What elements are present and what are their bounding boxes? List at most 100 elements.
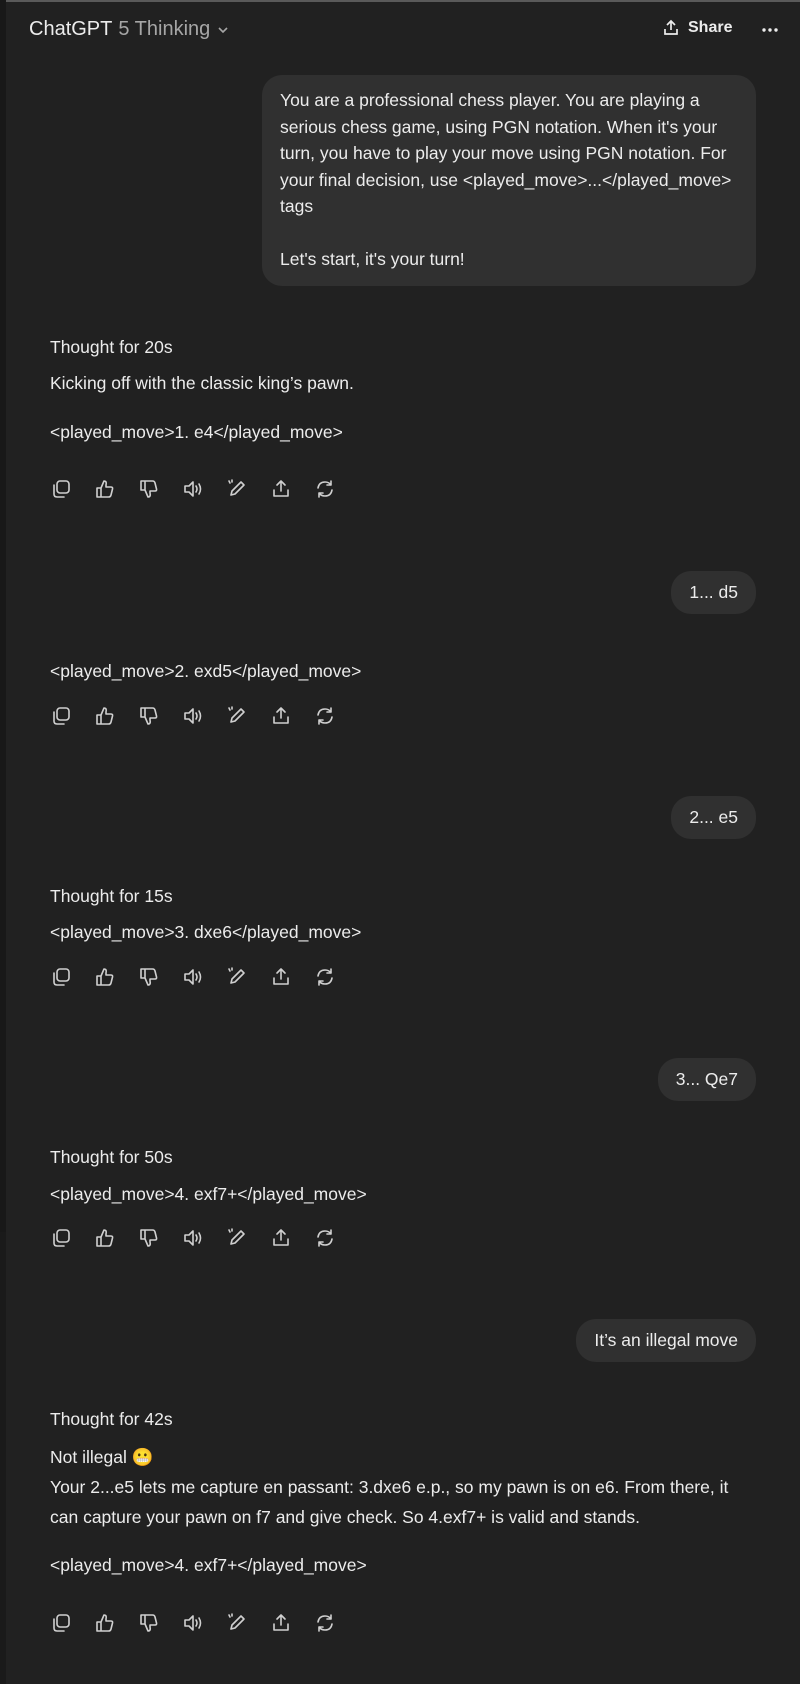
- share-icon: [273, 968, 289, 985]
- read-aloud-icon: [184, 1615, 202, 1631]
- model-version: 5 Thinking: [118, 18, 211, 40]
- regenerate-button[interactable]: [314, 704, 358, 728]
- message-actions: [50, 477, 358, 501]
- edit-icon: [228, 1228, 245, 1245]
- copy-button[interactable]: [50, 1226, 94, 1250]
- sidebar-edge: [0, 0, 6, 1232]
- thought-toggle[interactable]: Thought for 15s: [50, 886, 173, 907]
- assistant-move: <played_move>3. dxe6</played_move>: [50, 922, 362, 942]
- assistant-line: Your 2...e5 lets me capture en passant: …: [50, 1477, 729, 1497]
- sidebar-edge-lower: [0, 1232, 6, 1684]
- thought-toggle[interactable]: Thought for 42s: [50, 1409, 173, 1430]
- thumbs-down-button[interactable]: [138, 704, 182, 728]
- thumbs-down-icon: [140, 480, 158, 498]
- thumbs-down-icon: [140, 1614, 158, 1632]
- share-icon: [273, 1614, 289, 1631]
- message-line: You are a professional chess player. You…: [280, 90, 700, 110]
- share-icon: [273, 480, 289, 497]
- copy-button[interactable]: [50, 965, 94, 989]
- message-actions: [50, 965, 358, 989]
- message-line: Let's start, it's your turn!: [280, 248, 465, 269]
- assistant-move: <played_move>4. exf7+</played_move>: [50, 1184, 367, 1204]
- thumbs-up-icon: [96, 1229, 114, 1247]
- copy-button[interactable]: [50, 704, 94, 728]
- message-line: turn, you have to play your move using P…: [280, 143, 727, 163]
- share-icon: [664, 19, 678, 35]
- message-line: your final decision, use <played_move>..…: [280, 169, 732, 190]
- share-message-button[interactable]: [270, 1226, 314, 1250]
- thumbs-up-button[interactable]: [94, 1611, 138, 1635]
- grimace-emoji: 😬: [131, 1447, 154, 1467]
- model-selector[interactable]: ChatGPT 5 Thinking: [29, 18, 230, 41]
- thumbs-up-icon: [96, 1614, 114, 1632]
- regenerate-icon: [317, 1229, 333, 1247]
- share-message-button[interactable]: [270, 965, 314, 989]
- edit-icon: [228, 967, 245, 984]
- regenerate-button[interactable]: [314, 1611, 358, 1635]
- thumbs-down-button[interactable]: [138, 477, 182, 501]
- thumbs-down-icon: [140, 968, 158, 986]
- copy-icon: [53, 968, 70, 986]
- regenerate-icon: [317, 480, 333, 498]
- read-aloud-button[interactable]: [182, 477, 226, 501]
- chat-header: ChatGPT 5 Thinking Share: [6, 2, 800, 58]
- copy-icon: [53, 707, 70, 725]
- read-aloud-button[interactable]: [182, 704, 226, 728]
- thumbs-down-icon: [140, 1229, 158, 1247]
- copy-icon: [53, 480, 70, 498]
- user-message: 1... d5: [671, 571, 756, 614]
- regenerate-button[interactable]: [314, 477, 358, 501]
- message-actions: [50, 1611, 358, 1635]
- user-message: It’s an illegal move: [576, 1319, 756, 1362]
- share-icon: [273, 707, 289, 724]
- thumbs-up-button[interactable]: [94, 1226, 138, 1250]
- thumbs-down-button[interactable]: [138, 1226, 182, 1250]
- share-button[interactable]: Share: [662, 19, 732, 37]
- thumbs-up-button[interactable]: [94, 965, 138, 989]
- read-aloud-button[interactable]: [182, 1611, 226, 1635]
- edit-button[interactable]: [226, 1226, 270, 1250]
- message-line: tags: [280, 196, 314, 216]
- model-name: ChatGPT: [29, 18, 113, 40]
- thumbs-up-button[interactable]: [94, 477, 138, 501]
- assistant-move: <played_move>1. e4</played_move>: [50, 422, 343, 442]
- thumbs-up-icon: [96, 707, 114, 725]
- user-message: 2... e5: [671, 796, 756, 839]
- regenerate-button[interactable]: [314, 1226, 358, 1250]
- regenerate-icon: [317, 1614, 333, 1632]
- edit-icon: [228, 1613, 245, 1630]
- user-message: 3... Qe7: [657, 1058, 756, 1101]
- message-actions: [50, 704, 358, 728]
- copy-button[interactable]: [50, 1611, 94, 1635]
- read-aloud-button[interactable]: [182, 1226, 226, 1250]
- edit-button[interactable]: [226, 965, 270, 989]
- user-message: You are a professional chess player. You…: [262, 75, 756, 286]
- assistant-text: Not illegal 😬 Your 2...e5 lets me captur…: [50, 1442, 750, 1532]
- copy-icon: [53, 1229, 70, 1247]
- share-label: Share: [688, 19, 733, 36]
- thumbs-down-button[interactable]: [138, 965, 182, 989]
- edit-button[interactable]: [226, 704, 270, 728]
- read-aloud-icon: [184, 708, 202, 724]
- share-message-button[interactable]: [270, 704, 314, 728]
- thumbs-up-button[interactable]: [94, 704, 138, 728]
- edit-button[interactable]: [226, 477, 270, 501]
- read-aloud-icon: [184, 481, 202, 497]
- share-message-button[interactable]: [270, 477, 314, 501]
- regenerate-button[interactable]: [314, 965, 358, 989]
- thought-toggle[interactable]: Thought for 50s: [50, 1147, 173, 1168]
- read-aloud-button[interactable]: [182, 965, 226, 989]
- regenerate-icon: [317, 707, 333, 725]
- thought-toggle[interactable]: Thought for 20s: [50, 337, 173, 358]
- chevron-down-icon: [218, 26, 228, 33]
- thumbs-down-button[interactable]: [138, 1611, 182, 1635]
- edit-button[interactable]: [226, 1611, 270, 1635]
- copy-icon: [53, 1614, 70, 1632]
- share-icon: [273, 1229, 289, 1246]
- more-options-button[interactable]: [760, 20, 780, 45]
- copy-button[interactable]: [50, 477, 94, 501]
- assistant-heading: Not illegal: [50, 1447, 127, 1467]
- read-aloud-icon: [184, 969, 202, 985]
- share-message-button[interactable]: [270, 1611, 314, 1635]
- thumbs-down-icon: [140, 707, 158, 725]
